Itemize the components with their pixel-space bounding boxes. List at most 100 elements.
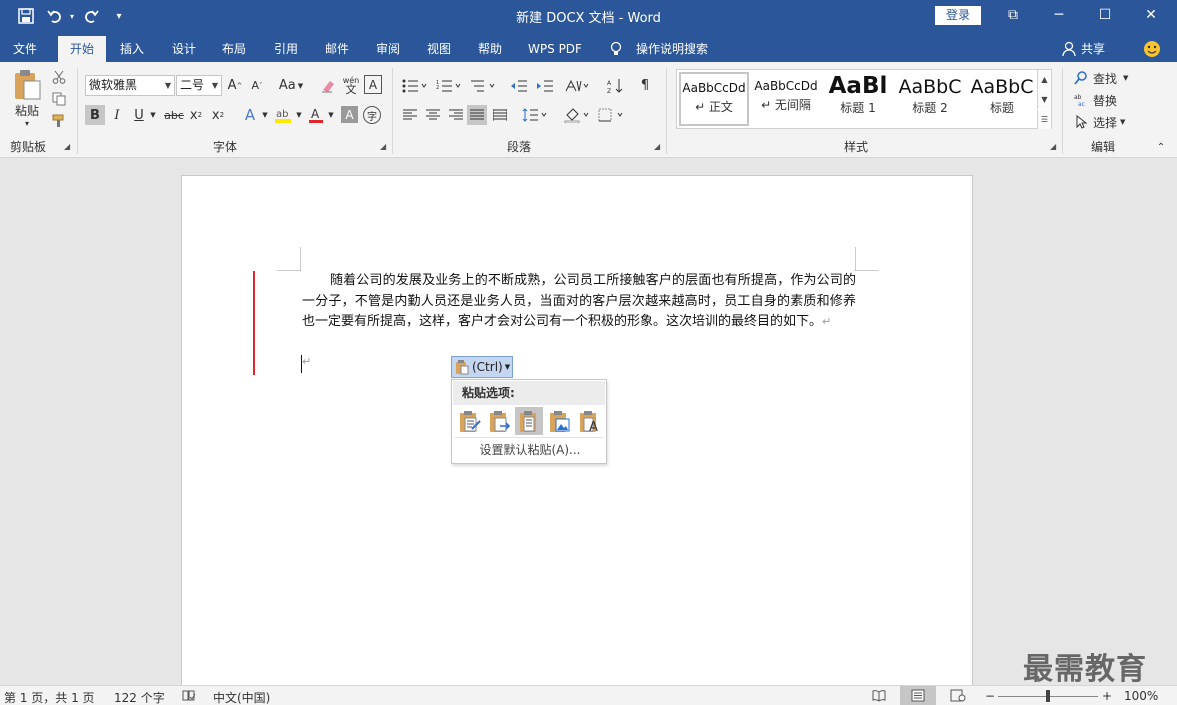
merge-formatting-icon[interactable] (486, 407, 514, 435)
language-indicator[interactable]: 中文(中国) (213, 689, 270, 705)
clipboard-launcher-icon[interactable]: ◢ (64, 142, 74, 152)
tab-insert[interactable]: 插入 (112, 36, 152, 62)
tab-wps-pdf[interactable]: WPS PDF (522, 36, 588, 62)
style-heading-1[interactable]: AaBl 标题 1 (823, 72, 893, 126)
replace-button[interactable]: ab ac 替换 (1074, 91, 1132, 109)
tab-design[interactable]: 设计 (164, 36, 204, 62)
read-mode-icon[interactable] (872, 689, 886, 705)
tab-references[interactable]: 引用 (266, 36, 306, 62)
font-name-combo[interactable]: 微软雅黑 ▼ (85, 75, 175, 96)
paragraph-launcher-icon[interactable]: ◢ (654, 142, 664, 152)
clear-formatting-icon[interactable] (318, 75, 338, 96)
set-default-paste-item[interactable]: 设置默认粘贴(A)... (452, 441, 608, 458)
keep-source-formatting-icon[interactable] (456, 407, 484, 435)
collapse-ribbon-icon[interactable]: ⌃ (1154, 140, 1168, 154)
highlight-icon[interactable]: ab (272, 105, 294, 125)
page-count[interactable]: 第 1 页，共 1 页 (4, 689, 95, 705)
font-size-combo[interactable]: 二号 ▼ (176, 75, 222, 96)
tab-mailings[interactable]: 邮件 (317, 36, 357, 62)
enclose-characters-icon[interactable]: 字 (363, 106, 381, 124)
line-spacing-icon[interactable] (520, 105, 550, 125)
align-right-icon[interactable] (446, 105, 466, 125)
lightbulb-icon[interactable] (606, 36, 626, 62)
justify-icon[interactable] (467, 105, 487, 125)
grow-font-icon[interactable]: A ^ (226, 75, 244, 96)
zoom-level[interactable]: 100% (1124, 689, 1158, 703)
cut-icon[interactable] (50, 68, 68, 86)
format-painter-icon[interactable] (50, 112, 68, 130)
close-button[interactable]: ✕ (1128, 0, 1174, 30)
gallery-scroll-up-icon[interactable]: ▲ (1037, 70, 1051, 89)
underline-dropdown-icon[interactable]: ▼ (148, 105, 158, 125)
bold-icon[interactable]: B (85, 105, 105, 125)
borders-icon[interactable] (596, 105, 626, 125)
find-button[interactable]: 查找 ▼ (1074, 69, 1132, 87)
strikethrough-icon[interactable]: abc (163, 105, 185, 125)
numbering-icon[interactable]: 12 (434, 75, 464, 96)
style-no-spacing[interactable]: AaBbCcDd ↵ 无间隔 (751, 72, 821, 126)
text-effects-dropdown-icon[interactable]: ▼ (260, 105, 270, 125)
align-left-icon[interactable] (400, 105, 420, 125)
body-paragraph[interactable]: 随着公司的发展及业务上的不断成熟，公司员工所接触客户的层面也有所提高，作为公司的… (302, 271, 856, 333)
show-formatting-marks-icon[interactable]: ¶ (634, 75, 656, 96)
picture-icon[interactable] (546, 407, 574, 435)
chinese-layout-icon[interactable] (562, 75, 592, 96)
font-color-icon[interactable]: A (306, 105, 326, 125)
person-icon[interactable] (1060, 36, 1078, 62)
ribbon-display-icon[interactable]: ⧉ (990, 0, 1036, 30)
web-layout-icon[interactable] (950, 689, 966, 705)
style-normal[interactable]: AaBbCcDd ↵ 正文 (679, 72, 749, 126)
superscript-icon[interactable]: x2 (209, 105, 227, 125)
share-button[interactable]: 共享 (1078, 36, 1108, 62)
italic-icon[interactable]: I (108, 105, 126, 125)
paste-picture-icon[interactable] (515, 407, 543, 435)
character-shading-icon[interactable]: A (341, 106, 358, 123)
highlight-dropdown-icon[interactable]: ▼ (294, 105, 304, 125)
style-title[interactable]: AaBbC 标题 (967, 72, 1037, 126)
tab-home[interactable]: 开始 (58, 36, 106, 62)
proofing-icon[interactable] (182, 689, 196, 705)
styles-launcher-icon[interactable]: ◢ (1050, 142, 1060, 152)
text-effects-icon[interactable]: A (240, 105, 260, 125)
tab-file[interactable]: 文件 (2, 36, 48, 62)
decrease-indent-icon[interactable] (508, 75, 530, 96)
sort-icon[interactable]: AZ (604, 75, 626, 96)
shading-icon[interactable] (562, 105, 592, 125)
login-button[interactable]: 登录 (935, 6, 981, 25)
print-layout-icon[interactable] (900, 686, 936, 705)
tab-review[interactable]: 审阅 (368, 36, 408, 62)
phonetic-guide-icon[interactable]: wén 文 (341, 73, 361, 97)
tab-layout[interactable]: 布局 (214, 36, 254, 62)
tell-me-search[interactable]: 操作说明搜索 (632, 36, 712, 62)
tab-help[interactable]: 帮助 (470, 36, 510, 62)
align-center-icon[interactable] (423, 105, 443, 125)
change-case-button[interactable]: Aa ▼ (276, 75, 306, 96)
word-count[interactable]: 122 个字 (114, 689, 165, 705)
keep-text-only-icon[interactable]: A (576, 407, 604, 435)
underline-icon[interactable]: U (130, 105, 148, 125)
zoom-in-button[interactable]: + (1102, 689, 1112, 703)
zoom-out-button[interactable]: − (985, 689, 995, 703)
character-border-icon[interactable]: A (364, 75, 382, 94)
bullets-icon[interactable] (400, 75, 430, 96)
multilevel-list-icon[interactable] (468, 75, 498, 96)
select-button[interactable]: 选择 ▼ (1074, 113, 1132, 131)
paste-dropdown-icon[interactable]: ▾ (8, 118, 46, 128)
font-launcher-icon[interactable]: ◢ (380, 142, 390, 152)
style-heading-2[interactable]: AaBbC 标题 2 (895, 72, 965, 126)
increase-indent-icon[interactable] (534, 75, 556, 96)
smiley-icon[interactable] (1140, 36, 1164, 62)
paste-options-button[interactable]: (Ctrl) ▼ (451, 356, 513, 378)
subscript-icon[interactable]: x2 (187, 105, 205, 125)
tab-view[interactable]: 视图 (419, 36, 459, 62)
paste-button[interactable]: 粘贴 (8, 102, 46, 118)
gallery-more-icon[interactable]: ☰ (1037, 110, 1051, 129)
minimize-button[interactable]: ─ (1036, 0, 1082, 30)
maximize-button[interactable]: ☐ (1082, 0, 1128, 30)
distributed-icon[interactable] (490, 105, 510, 125)
gallery-scroll-down-icon[interactable]: ▼ (1037, 90, 1051, 109)
paste-icon[interactable] (10, 68, 44, 102)
zoom-slider-thumb[interactable] (1046, 690, 1050, 702)
copy-icon[interactable] (50, 90, 68, 108)
font-color-dropdown-icon[interactable]: ▼ (326, 105, 336, 125)
